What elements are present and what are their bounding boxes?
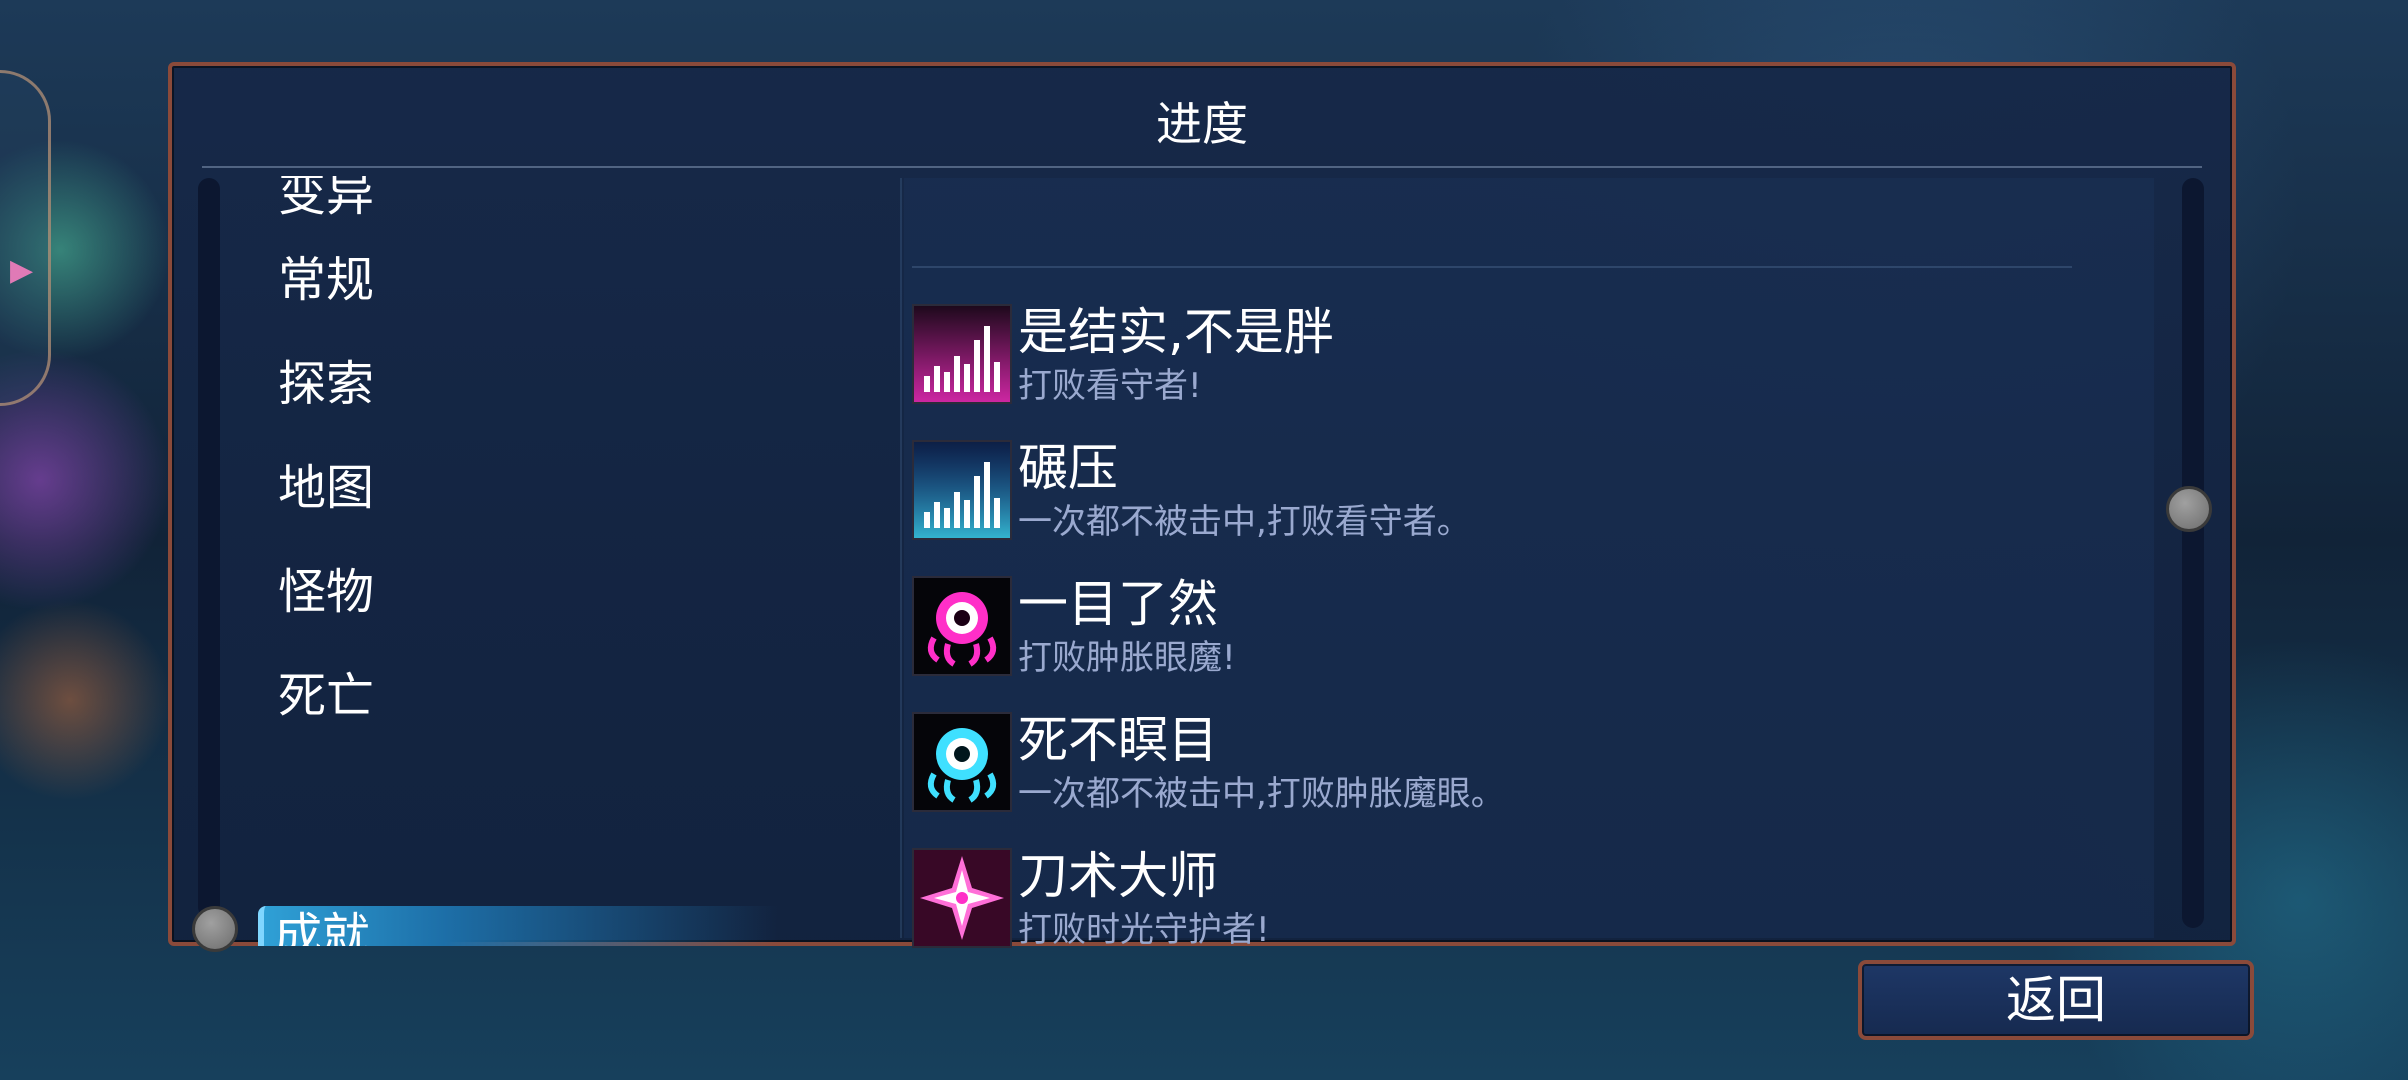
achievement-item[interactable]: 死不瞑目 一次都不被击中,打败肿胀魔眼。 [912,711,2072,822]
achievement-scroll-knob[interactable] [2166,486,2212,532]
achievement-description: 一次都不被击中,打败肿胀魔眼。 [1018,774,1505,814]
achievement-description: 一次都不被击中,打败看守者。 [1018,502,1471,542]
progress-panel: 进度 变异 常规 探索 地图 怪物 死亡 成就 是结实,不是胖 打败看守者! 碾… [168,62,2236,952]
side-menu-tab[interactable]: ▶ [0,70,51,406]
cyan-eye-monster-icon [912,712,1012,812]
achievement-title: 是结实,不是胖 [1018,303,1334,361]
achievement-item[interactable]: 刀术大师 打败时光守护者! [912,847,2072,958]
achievement-description: 打败肿胀眼魔! [1018,638,1236,678]
category-scrollbar[interactable] [198,178,220,918]
achievement-item[interactable]: 一目了然 打败肿胀眼魔! [912,575,2072,686]
achievement-title: 刀术大师 [1018,847,1218,905]
magenta-bars-icon [912,304,1012,404]
achievement-description: 打败看守者! [1018,366,1202,406]
achievement-item[interactable]: 碾压 一次都不被击中,打败看守者。 [912,439,2072,550]
back-button[interactable]: 返回 [1858,960,2254,1040]
achievement-list: 是结实,不是胖 打败看守者! 碾压 一次都不被击中,打败看守者。 一目了然 打败… [904,178,2154,950]
panel-title: 进度 [1156,97,1248,151]
category-item-mutations[interactable]: 变异 [258,176,778,224]
magenta-eye-monster-icon [912,576,1012,676]
achievement-title: 碾压 [1018,439,1118,497]
category-list: 变异 常规 探索 地图 怪物 死亡 成就 [258,176,858,946]
achievement-title: 死不瞑目 [1018,711,1218,769]
category-item-monsters[interactable]: 怪物 [258,562,778,622]
chevron-right-icon: ▶ [10,253,34,288]
category-item-achievements[interactable]: 成就 [258,906,778,946]
list-top-divider [912,266,2072,268]
title-divider [202,166,2202,168]
category-item-general[interactable]: 常规 [258,250,778,310]
category-item-deaths[interactable]: 死亡 [258,666,778,726]
shuriken-icon [912,848,1012,948]
category-scroll-knob[interactable] [192,906,238,952]
category-item-exploration[interactable]: 探索 [258,354,778,414]
cyan-bars-icon [912,440,1012,540]
category-item-map[interactable]: 地图 [258,458,778,518]
achievement-scrollbar[interactable] [2182,178,2204,928]
achievement-item[interactable]: 是结实,不是胖 打败看守者! [912,303,2072,414]
achievement-title: 一目了然 [1018,575,1218,633]
column-divider [900,178,902,938]
achievement-description: 打败时光守护者! [1018,910,1270,950]
